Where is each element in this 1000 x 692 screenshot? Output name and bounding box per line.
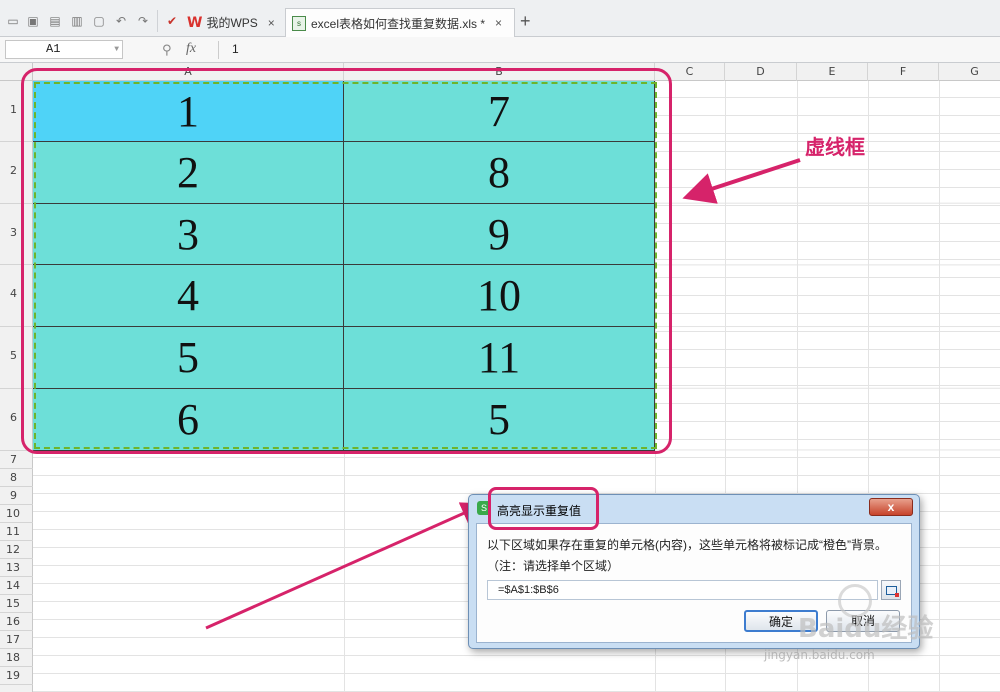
formula-bar: A1 ▼ ⚲ fx 1: [0, 37, 1000, 63]
tab-my-wps-close-icon[interactable]: ×: [268, 16, 275, 30]
row-header-15[interactable]: 15: [0, 595, 33, 613]
xls-file-icon: s: [292, 15, 306, 31]
title-bar: ▭ ▣ ▤ ▥ ▢ ↶ ↷ ✔ W 我的WPS × s excel表格如何查找重…: [0, 0, 1000, 37]
column-header-g[interactable]: G: [939, 63, 1000, 81]
range-picker-button[interactable]: [881, 580, 901, 600]
gridline: [344, 451, 345, 692]
row-header-bar: 1 2 3 4 5 6 7 8 9 10 11 12 13 14 15 16 1…: [0, 81, 33, 692]
chevron-down-icon[interactable]: ▼: [114, 41, 119, 58]
cell-a5[interactable]: 5: [33, 327, 344, 389]
cell-b4[interactable]: 10: [344, 265, 655, 327]
wps-logo-icon: W: [187, 14, 203, 31]
column-header-e[interactable]: E: [797, 63, 868, 81]
name-box[interactable]: A1 ▼: [5, 40, 123, 59]
column-header-d[interactable]: D: [725, 63, 797, 81]
dialog-titlebar[interactable]: S 高亮显示重复值 x: [469, 495, 919, 523]
row-header-4[interactable]: 4: [0, 265, 33, 327]
dialog-title: 高亮显示重复值: [497, 504, 582, 518]
row-header-11[interactable]: 11: [0, 523, 33, 541]
tab-current-file-close-icon[interactable]: ×: [495, 16, 502, 30]
tab-my-wps-label: 我的WPS: [206, 16, 258, 30]
name-box-value: A1: [46, 42, 61, 56]
row-header-1[interactable]: 1: [0, 81, 33, 142]
dialog-body: 以下区域如果存在重复的单元格(内容)，这些单元格将被标记成“橙色”背景。 （注：…: [476, 523, 912, 643]
row-header-12[interactable]: 12: [0, 541, 33, 559]
select-all-corner[interactable]: [0, 63, 33, 81]
cell-b1[interactable]: 7: [344, 81, 655, 142]
fx-icon[interactable]: fx: [186, 41, 196, 57]
cell-a3[interactable]: 3: [33, 204, 344, 265]
column-header-f[interactable]: F: [868, 63, 939, 81]
column-header-c[interactable]: C: [655, 63, 725, 81]
column-header-b[interactable]: B: [344, 63, 655, 81]
dialog-description: 以下区域如果存在重复的单元格(内容)，这些单元格将被标记成“橙色”背景。: [487, 538, 887, 552]
formula-divider: [218, 41, 219, 59]
tab-current-file-label: excel表格如何查找重复数据.xls *: [311, 16, 486, 31]
cell-a2[interactable]: 2: [33, 142, 344, 204]
print-preview-icon[interactable]: ▢: [92, 14, 106, 28]
cancel-button[interactable]: 取消: [826, 610, 900, 632]
redo-icon[interactable]: ↷: [136, 14, 150, 28]
row-header-16[interactable]: 16: [0, 613, 33, 631]
close-icon[interactable]: x: [869, 498, 913, 516]
column-header-bar: A B C D E F G: [0, 63, 1000, 81]
row-header-6[interactable]: 6: [0, 389, 33, 451]
range-input[interactable]: =$A$1:$B$6: [487, 580, 878, 600]
row-header-18[interactable]: 18: [0, 649, 33, 667]
row-header-19[interactable]: 19: [0, 667, 33, 685]
tab-current-file[interactable]: s excel表格如何查找重复数据.xls * ×: [285, 8, 515, 37]
dialog-note: （注：请选择单个区域）: [487, 559, 620, 573]
row-header-2[interactable]: 2: [0, 142, 33, 204]
new-tab-plus-icon[interactable]: +: [520, 12, 531, 30]
row-header-8[interactable]: 8: [0, 469, 33, 487]
ok-button[interactable]: 确定: [744, 610, 818, 632]
cell-b5[interactable]: 11: [344, 327, 655, 389]
folder-icon[interactable]: ▭: [6, 14, 20, 28]
cell-b3[interactable]: 9: [344, 204, 655, 265]
column-header-a[interactable]: A: [33, 63, 344, 81]
row-header-10[interactable]: 10: [0, 505, 33, 523]
zoom-icon[interactable]: ⚲: [162, 42, 172, 58]
annotation-label: 虚线框: [805, 135, 865, 159]
highlight-duplicates-dialog: S 高亮显示重复值 x 以下区域如果存在重复的单元格(内容)，这些单元格将被标记…: [468, 494, 920, 649]
row-header-3[interactable]: 3: [0, 204, 33, 265]
range-select-icon: [886, 586, 899, 597]
toolbar-divider: [157, 10, 158, 32]
tab-my-wps[interactable]: W 我的WPS ×: [187, 8, 287, 37]
row-header-7[interactable]: 7: [0, 451, 33, 469]
formula-input[interactable]: 1: [232, 42, 239, 56]
cell-b6[interactable]: 5: [344, 389, 655, 451]
cell-b2[interactable]: 8: [344, 142, 655, 204]
row-header-14[interactable]: 14: [0, 577, 33, 595]
row-header-13[interactable]: 13: [0, 559, 33, 577]
cell-a4[interactable]: 4: [33, 265, 344, 327]
row-header-9[interactable]: 9: [0, 487, 33, 505]
export-pdf-icon[interactable]: ▤: [48, 14, 62, 28]
save-icon[interactable]: ▣: [26, 14, 40, 28]
wps-app-icon: S: [477, 501, 491, 515]
undo-icon[interactable]: ↶: [114, 14, 128, 28]
row-header-5[interactable]: 5: [0, 327, 33, 389]
row-header-17[interactable]: 17: [0, 631, 33, 649]
cell-a1[interactable]: 1: [33, 81, 344, 142]
print-icon[interactable]: ▥: [70, 14, 84, 28]
format-painter-icon[interactable]: ✔: [165, 14, 179, 28]
cell-a6[interactable]: 6: [33, 389, 344, 451]
